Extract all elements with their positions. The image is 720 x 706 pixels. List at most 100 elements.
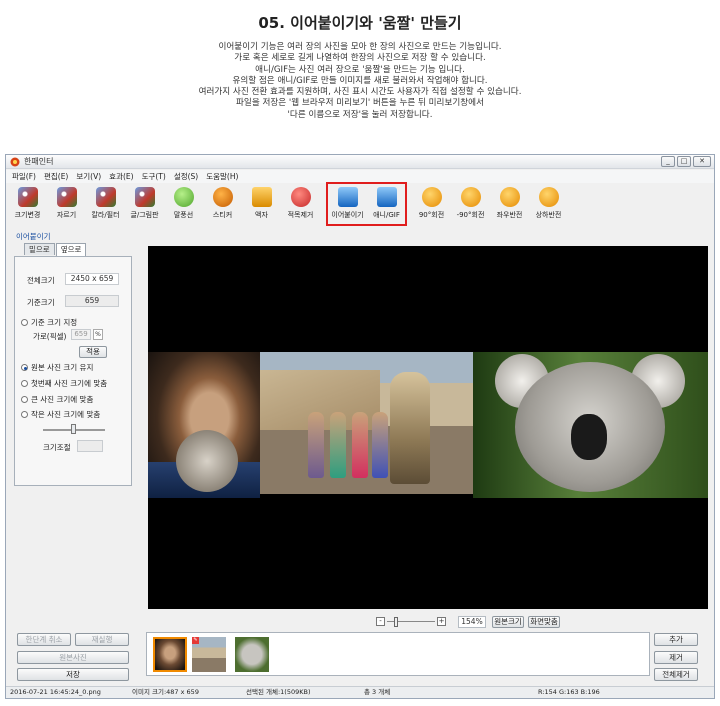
resize-icon (17, 187, 38, 207)
minimize-button[interactable]: _ (661, 156, 675, 167)
size-slider-handle[interactable] (71, 424, 76, 434)
tab-vertical[interactable]: 밑으로 (24, 243, 55, 255)
window-title: 한패인터 (24, 157, 54, 166)
rotate-cw-icon (421, 187, 442, 207)
tool-label: 글/그림판 (130, 211, 159, 219)
tool-frame[interactable]: 액자 (242, 184, 281, 226)
maximize-button[interactable]: □ (677, 156, 691, 167)
menu-settings[interactable]: 설정(S) (174, 170, 198, 183)
title-bar: 한패인터 _ □ ✕ (6, 155, 714, 169)
crop-icon (56, 187, 77, 207)
color-filter-icon (95, 187, 116, 207)
tool-speech-balloon[interactable]: 말풍선 (164, 184, 203, 226)
thumbnail-item[interactable] (153, 637, 187, 672)
close-button[interactable]: ✕ (693, 156, 711, 167)
description-line: 여러가지 사진 전환 효과를 지원하며, 사진 표시 시간도 사용자가 직접 설… (198, 87, 522, 98)
photo-detail (308, 412, 324, 478)
original-size-button[interactable]: 원본크기 (492, 616, 524, 628)
option-fit-first[interactable]: 첫번째 사진 크기에 맞춤 (21, 378, 107, 389)
thumbnail-strip: ✎ (146, 632, 650, 676)
tool-label: 스티커 (212, 211, 233, 219)
menu-view[interactable]: 보기(V) (76, 170, 101, 183)
status-bar: 2016-07-21 16:45:24_0.png 이미지 크기:487 x 6… (6, 686, 714, 698)
tab-horizontal[interactable]: 옆으로 (55, 243, 87, 256)
fit-screen-button[interactable]: 화면맞춤 (528, 616, 560, 628)
remove-all-button[interactable]: 전체제거 (654, 668, 698, 681)
photo-detail (176, 430, 238, 492)
tool-label: 크기변경 (14, 211, 41, 219)
menu-help[interactable]: 도움말(H) (206, 170, 238, 183)
add-button[interactable]: 추가 (654, 633, 698, 646)
tool-flip-horizontal[interactable]: 좌우반전 (490, 184, 529, 226)
save-button[interactable]: 저장 (17, 668, 129, 681)
radio[interactable] (21, 380, 28, 387)
photo-detail (372, 412, 388, 478)
option-base-size[interactable]: 기준 크기 지정 (21, 317, 77, 328)
description-line: 이어붙이기 기능은 여러 장의 사진을 모아 한 장의 사진으로 만드는 기능입… (218, 42, 502, 52)
option-keep-original[interactable]: 원본 사진 크기 유지 (21, 362, 93, 373)
text-draw-icon (134, 187, 155, 207)
percent-toggle[interactable]: % (93, 329, 103, 340)
zoom-in-button[interactable]: + (437, 617, 446, 626)
photo-detail (390, 372, 430, 484)
status-selected: 선택된 개체:1(509KB) (246, 688, 311, 696)
redo-button[interactable]: 재실행 (75, 633, 129, 646)
speech-balloon-icon (173, 187, 194, 207)
app-logo-icon (10, 157, 20, 167)
tool-text-draw[interactable]: 글/그림판 (125, 184, 164, 226)
panel-title: 이어붙이기 (16, 232, 51, 241)
menu-file[interactable]: 파일(F) (12, 170, 36, 183)
menu-edit[interactable]: 편집(E) (44, 170, 68, 183)
photo-detail (352, 412, 368, 478)
tool-rotate-ccw[interactable]: -90°회전 (451, 184, 490, 226)
total-size-label: 전체크기 (27, 276, 55, 285)
width-input[interactable]: 659 (71, 329, 91, 340)
radio[interactable] (21, 364, 28, 371)
page-title: 05. 이어붙이기와 '움짤' 만들기 (258, 14, 462, 32)
menu-effect[interactable]: 효과(E) (109, 170, 133, 183)
tool-color-filter[interactable]: 칼라/필터 (86, 184, 125, 226)
apply-button[interactable]: 적용 (79, 346, 107, 358)
undo-step-button[interactable]: 한단계 취소 (17, 633, 71, 646)
highlight-box (326, 182, 407, 226)
radio[interactable] (21, 411, 28, 418)
app-window: 한패인터 _ □ ✕ 파일(F) 편집(E) 보기(V) 효과(E) 도구(T)… (5, 154, 715, 699)
original-photo-button[interactable]: 원본사진 (17, 651, 129, 664)
photo-detail (330, 412, 346, 478)
option-label: 큰 사진 크기에 맞춤 (31, 395, 94, 404)
flip-horizontal-icon (499, 187, 520, 207)
option-label: 원본 사진 크기 유지 (31, 363, 94, 372)
tool-resize[interactable]: 크기변경 (8, 184, 47, 226)
tool-flip-vertical[interactable]: 상하반전 (529, 184, 568, 226)
tool-red-eye[interactable]: 적목제거 (281, 184, 320, 226)
image-canvas[interactable] (148, 246, 708, 609)
option-fit-small[interactable]: 작은 사진 크기에 맞춤 (21, 409, 100, 420)
tool-label: 적목제거 (287, 211, 314, 219)
option-fit-large[interactable]: 큰 사진 크기에 맞춤 (21, 394, 93, 405)
combine-panel: 이어붙이기 밑으로 옆으로 전체크기 2450 x 659 기준크기 659 기… (14, 231, 132, 486)
thumbnail-item[interactable] (235, 637, 269, 672)
tool-label: 칼라/필터 (91, 211, 120, 219)
menu-tools[interactable]: 도구(T) (142, 170, 166, 183)
tool-crop[interactable]: 자르기 (47, 184, 86, 226)
remove-button[interactable]: 제거 (654, 651, 698, 664)
zoom-value: 154% (458, 616, 486, 628)
description-line: 가로 혹은 세로로 길게 나열하여 한장의 사진으로 저장 할 수 있습니다. (234, 53, 486, 64)
zoom-slider-handle[interactable] (394, 617, 398, 627)
flip-vertical-icon (538, 187, 559, 207)
size-adjust-value (77, 440, 103, 452)
status-image-size: 이미지 크기:487 x 659 (132, 688, 199, 696)
description-line: 애니/GIF는 사진 여러 장으로 '움짤'을 만드는 기능 입니다. (255, 64, 465, 75)
tool-label: 상하반전 (535, 211, 562, 219)
radio[interactable] (21, 396, 28, 403)
thumbnail-item[interactable]: ✎ (192, 637, 226, 672)
option-label: 기준 크기 지정 (31, 318, 78, 327)
photo-street (260, 352, 473, 494)
tool-rotate-cw[interactable]: 90°회전 (412, 184, 451, 226)
zoom-out-button[interactable]: - (376, 617, 385, 626)
tool-sticker[interactable]: 스티커 (203, 184, 242, 226)
status-rgb: R:154 G:163 B:196 (538, 688, 600, 696)
photo-koala (473, 352, 708, 498)
description-line: 파일을 저장은 '웹 브라우저 미리보기' 버튼을 누른 뒤 미리보기창에서 (236, 98, 484, 109)
radio[interactable] (21, 319, 28, 326)
